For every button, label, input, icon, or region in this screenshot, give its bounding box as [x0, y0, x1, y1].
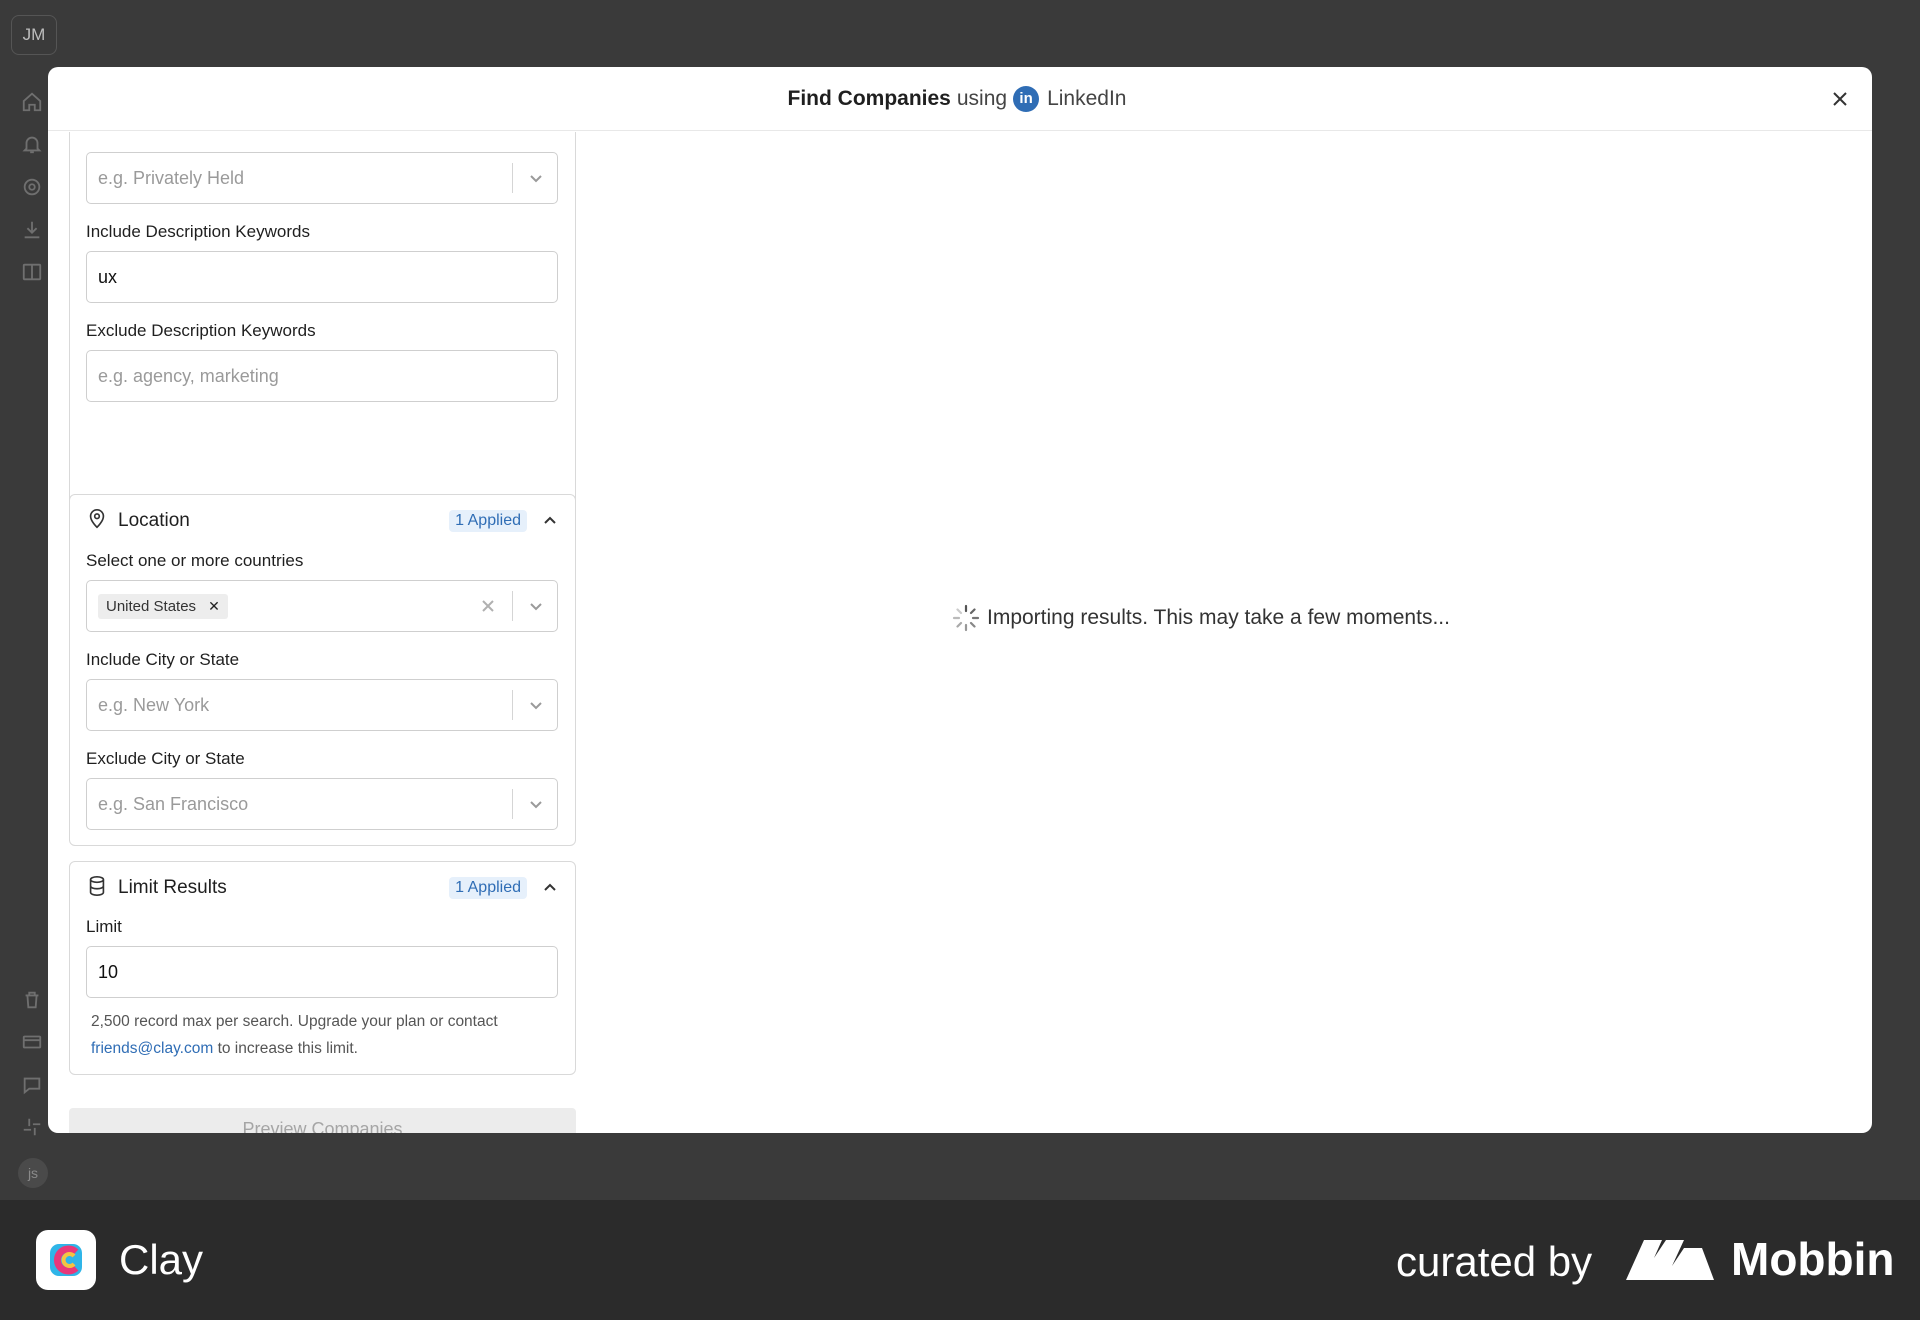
location-card: Location 1 Applied Select one or more co…: [69, 494, 576, 846]
gear-icon[interactable]: [20, 175, 44, 199]
chevron-up-icon[interactable]: [541, 512, 559, 530]
company-details-card: e.g. Privately Held Include Description …: [69, 132, 576, 544]
include-city-select[interactable]: e.g. New York: [86, 679, 558, 731]
user-badge[interactable]: js: [18, 1158, 48, 1188]
download-icon[interactable]: [20, 218, 44, 242]
location-header[interactable]: Location 1 Applied: [86, 507, 559, 535]
include-city-placeholder: e.g. New York: [98, 694, 210, 715]
limit-input[interactable]: 10: [86, 946, 558, 998]
trash-icon[interactable]: [20, 988, 44, 1012]
provider-name: LinkedIn: [1047, 86, 1127, 110]
credit-card-icon[interactable]: [20, 1030, 44, 1054]
support-email-link[interactable]: friends@clay.com: [91, 1040, 213, 1057]
limit-label: Limit: [86, 917, 122, 936]
avatar[interactable]: JM: [11, 15, 57, 55]
slack-icon[interactable]: [20, 1115, 44, 1139]
limit-help-main: 2,500 record max per search. Upgrade you…: [91, 1013, 498, 1030]
chevron-up-icon[interactable]: [541, 879, 559, 897]
modal-header: Find Companies using in LinkedIn: [48, 67, 1872, 131]
select-divider: [512, 163, 513, 193]
brand-name: Clay: [119, 1236, 204, 1283]
modal-title-using: using: [956, 86, 1008, 110]
home-icon[interactable]: [20, 90, 44, 114]
include-desc-input[interactable]: ux: [86, 251, 558, 303]
include-city-label: Include City or State: [86, 650, 240, 669]
select-divider: [512, 789, 513, 819]
limit-title: Limit Results: [118, 877, 227, 898]
linkedin-icon: in: [1013, 85, 1040, 112]
limit-applied-badge: 1 Applied: [449, 877, 527, 899]
location-title: Location: [118, 510, 190, 531]
find-companies-modal: Find Companies using in LinkedIn e.g. Pr…: [48, 67, 1872, 1133]
map-pin-icon: [86, 508, 108, 535]
company-type-select[interactable]: e.g. Privately Held: [86, 152, 558, 204]
limit-header[interactable]: Limit Results 1 Applied: [86, 874, 559, 902]
chevron-down-icon[interactable]: [527, 795, 545, 813]
exclude-city-select[interactable]: e.g. San Francisco: [86, 778, 558, 830]
clay-logo-icon: [36, 1230, 96, 1290]
chevron-down-icon[interactable]: [527, 597, 545, 615]
exclude-desc-label: Exclude Description Keywords: [86, 321, 316, 340]
country-chip: United States ✕: [98, 593, 228, 619]
select-divider: [512, 591, 513, 621]
limit-help-text: 2,500 record max per search. Upgrade you…: [91, 1008, 561, 1062]
location-applied-badge: 1 Applied: [449, 510, 527, 532]
footer-bar: Clay curated by Mobbin: [0, 1200, 1920, 1320]
select-divider: [512, 690, 513, 720]
chevron-down-icon[interactable]: [527, 169, 545, 187]
spinner-icon: [952, 604, 980, 632]
include-desc-label: Include Description Keywords: [86, 222, 310, 241]
modal-title: Find Companies: [787, 86, 951, 110]
database-icon: [86, 875, 108, 902]
preview-companies-button[interactable]: Preview Companies: [69, 1108, 576, 1133]
loading-status: Importing results. This may take a few m…: [951, 603, 1450, 633]
mobbin-logo-icon: [1626, 1240, 1714, 1280]
company-type-placeholder: e.g. Privately Held: [98, 167, 245, 188]
book-icon[interactable]: [20, 260, 44, 284]
exclude-city-label: Exclude City or State: [86, 749, 245, 768]
bell-icon[interactable]: [20, 132, 44, 156]
filters-panel: e.g. Privately Held Include Description …: [48, 132, 588, 1133]
curated-by-text: curated by: [1396, 1238, 1593, 1285]
clear-icon[interactable]: [480, 598, 496, 614]
close-icon[interactable]: [1828, 87, 1852, 111]
countries-select[interactable]: United States ✕: [86, 580, 558, 632]
chat-icon[interactable]: [20, 1073, 44, 1097]
limit-help-suffix: to increase this limit.: [217, 1040, 358, 1057]
curator-name: Mobbin: [1731, 1233, 1895, 1285]
country-chip-label: United States: [106, 597, 197, 615]
limit-results-card: Limit Results 1 Applied Limit 10 2,500 r…: [69, 861, 576, 1075]
remove-chip-icon[interactable]: ✕: [208, 598, 220, 615]
loading-text: Importing results. This may take a few m…: [987, 606, 1450, 629]
countries-label: Select one or more countries: [86, 551, 304, 570]
exclude-city-placeholder: e.g. San Francisco: [98, 793, 249, 814]
chevron-down-icon[interactable]: [527, 696, 545, 714]
exclude-desc-input[interactable]: e.g. agency, marketing: [86, 350, 558, 402]
